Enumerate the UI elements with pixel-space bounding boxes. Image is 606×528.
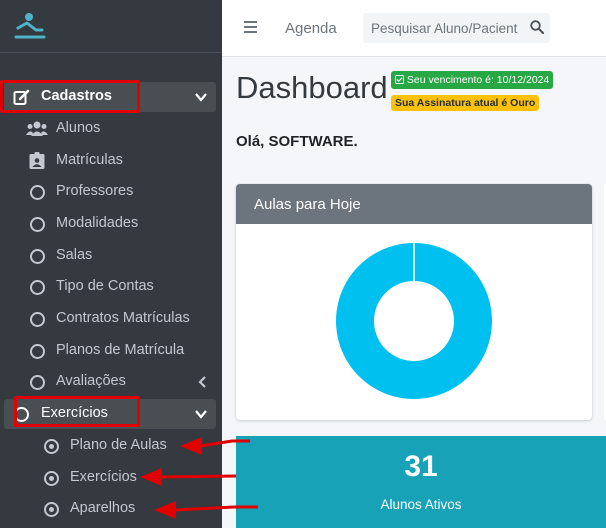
due-date-text: Seu vencimento é: 10/12/2024 xyxy=(406,74,550,86)
sidebar-item-label: Alunos xyxy=(56,120,101,136)
sidebar-item-avaliacoes[interactable]: Avaliações xyxy=(0,367,222,397)
donut-chart xyxy=(335,243,492,399)
sidebar-subitem-label: Plano de Aulas xyxy=(70,437,167,453)
sidebar-subitem-label: Aparelhos xyxy=(70,500,136,516)
sidebar-item-professores[interactable]: Professores xyxy=(0,177,222,207)
sidebar-subitem-label: Exercícios xyxy=(70,469,137,485)
dot-circle-icon xyxy=(40,436,62,456)
circle-icon xyxy=(26,214,48,234)
sidebar-subitem-plano-de-aulas[interactable]: Plano de Aulas xyxy=(0,431,222,461)
highlight-box-cadastros xyxy=(0,80,140,113)
sidebar-item-label: Modalidades xyxy=(56,215,139,231)
sidebar-item-matriculas[interactable]: Matrículas xyxy=(0,146,222,176)
circle-icon xyxy=(26,372,48,392)
plan-badge: Sua Assinatura atual é Ouro xyxy=(391,95,540,111)
sidebar-item-label: Salas xyxy=(56,247,93,263)
sidebar-item-planos-de-matricula[interactable]: Planos de Matrícula xyxy=(0,336,222,366)
sidebar-item-modalidades[interactable]: Modalidades xyxy=(0,209,222,239)
circle-icon xyxy=(26,182,48,202)
sidebar-item-salas[interactable]: Salas xyxy=(0,241,222,271)
chevron-left-icon xyxy=(198,376,206,388)
circle-icon xyxy=(26,246,48,266)
top-navbar: Agenda Pesquisar Aluno/Pacient xyxy=(222,0,606,57)
circle-icon xyxy=(26,309,48,329)
sidebar-item-label: Professores xyxy=(56,183,134,199)
dot-circle-icon xyxy=(40,499,62,519)
brand-logo[interactable] xyxy=(14,11,46,41)
chevron-down-icon xyxy=(195,93,207,102)
sidebar-item-alunos[interactable]: Alunos xyxy=(0,114,222,144)
card-body xyxy=(236,224,592,420)
sidebar-item-label: Avaliações xyxy=(56,373,126,389)
sidebar-item-label: Planos de Matrícula xyxy=(56,342,185,358)
sidebar-subitem-aparelhos[interactable]: Aparelhos xyxy=(0,494,222,524)
page-title: Dashboard xyxy=(236,70,388,105)
sidebar-item-label: Contratos Matrículas xyxy=(56,310,190,326)
sidebar-item-label: Matrículas xyxy=(56,152,123,168)
users-icon xyxy=(26,119,48,139)
search-input[interactable]: Pesquisar Aluno/Pacient xyxy=(363,13,550,43)
sidebar-item-contratos-matriculas[interactable]: Contratos Matrículas xyxy=(0,304,222,334)
card-title: Aulas para Hoje xyxy=(254,196,361,213)
search-placeholder: Pesquisar Aluno/Pacient xyxy=(371,21,518,36)
check-square-icon xyxy=(395,75,404,84)
sidebar-item-tipo-de-contas[interactable]: Tipo de Contas xyxy=(0,272,222,302)
brand[interactable] xyxy=(0,0,222,53)
highlight-box-exercicios xyxy=(14,396,140,427)
due-date-badge: Seu vencimento é: 10/12/2024 xyxy=(391,71,554,89)
id-card-icon xyxy=(26,151,48,171)
sidebar-item-label: Tipo de Contas xyxy=(56,278,154,294)
card-header: Aulas para Hoje xyxy=(236,184,592,224)
circle-icon xyxy=(26,277,48,297)
dot-circle-icon xyxy=(40,468,62,488)
active-students-stat[interactable]: 31 Alunos Ativos xyxy=(236,436,606,528)
greeting: Olá, SOFTWARE. xyxy=(236,133,358,150)
stat-label: Alunos Ativos xyxy=(380,497,462,512)
stat-value: 31 xyxy=(404,450,438,483)
agenda-link[interactable]: Agenda xyxy=(285,20,337,37)
sidebar-subitem-exercicios[interactable]: Exercícios xyxy=(0,463,222,493)
hamburger-icon[interactable] xyxy=(244,21,257,33)
search-icon[interactable] xyxy=(530,20,544,34)
circle-icon xyxy=(26,341,48,361)
chevron-down-icon xyxy=(195,410,207,419)
classes-today-card: Aulas para Hoje xyxy=(236,184,592,420)
